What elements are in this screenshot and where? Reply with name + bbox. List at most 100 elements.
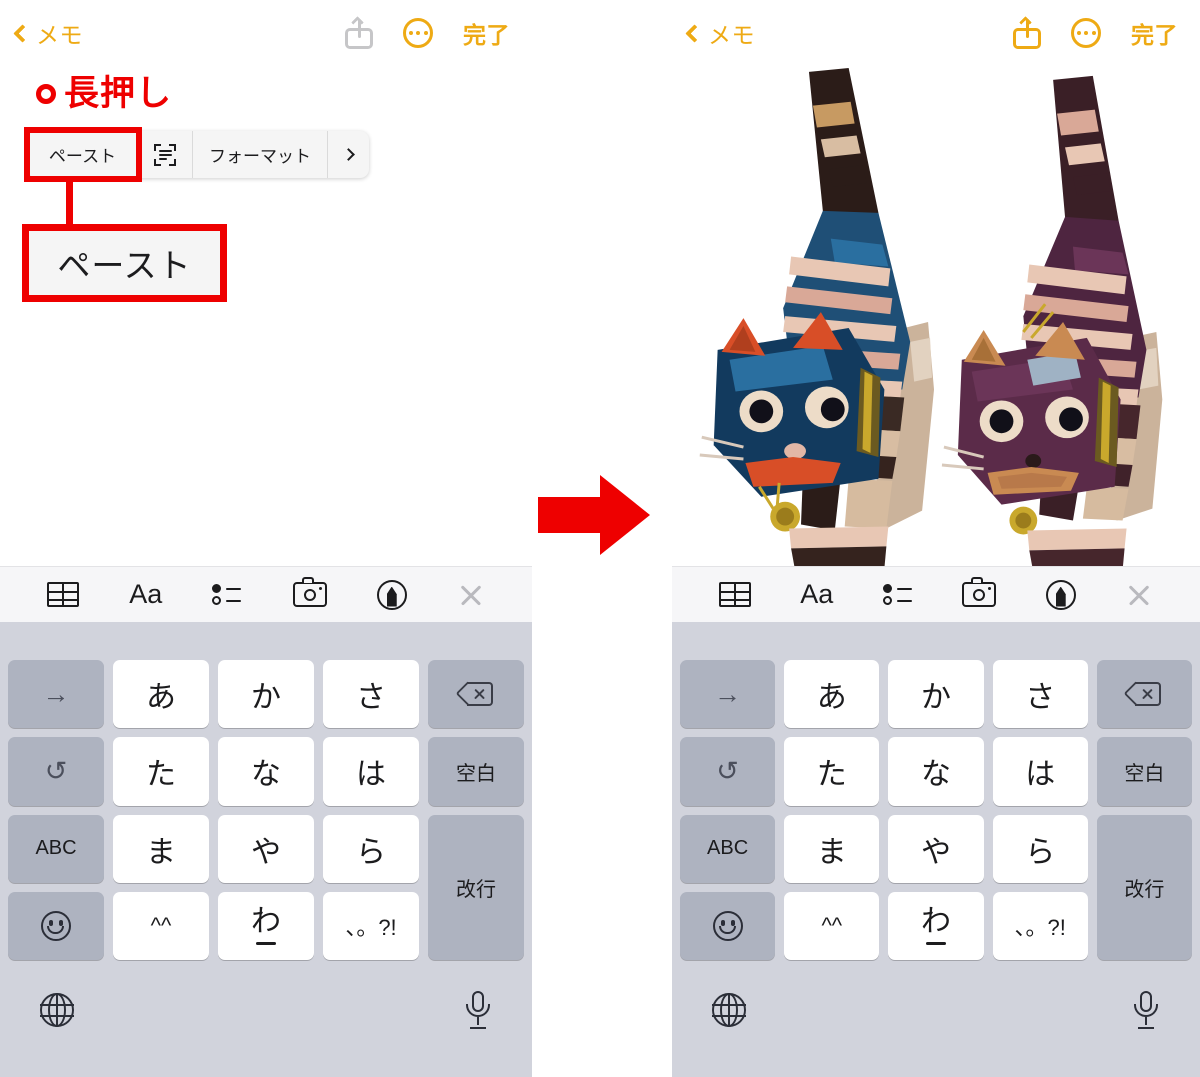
key-ka[interactable]: か (218, 660, 314, 729)
scan-line-3 (158, 157, 167, 160)
key-kaomoji[interactable]: ^^ (784, 891, 880, 960)
camera-lens (973, 588, 986, 601)
checklist-button[interactable] (882, 583, 913, 607)
share-icon[interactable] (345, 16, 373, 49)
checklist-button[interactable] (212, 583, 242, 607)
chevron-right-icon (342, 148, 355, 161)
key-space[interactable]: 空白 (428, 737, 524, 806)
key-ka[interactable]: か (888, 660, 984, 729)
nav-actions-left: 完了 (345, 16, 510, 50)
key-delete[interactable] (428, 660, 524, 729)
key-ha[interactable]: は (323, 737, 419, 806)
chevron-left-icon (685, 23, 704, 43)
close-keyboard-button[interactable] (1125, 581, 1153, 609)
microphone-icon[interactable] (1134, 991, 1158, 1029)
done-button-left[interactable]: 完了 (463, 16, 510, 50)
key-ta[interactable]: た (784, 737, 880, 806)
share-mask (349, 38, 369, 46)
line-1 (896, 587, 912, 590)
arrow-right-icon: → (714, 678, 742, 709)
done-button-right[interactable]: 完了 (1131, 16, 1178, 50)
key-ta[interactable]: た (113, 737, 209, 806)
key-ma[interactable]: ま (784, 814, 880, 883)
key-kaomoji[interactable]: ^^ (113, 891, 209, 960)
share-icon[interactable] (1013, 16, 1041, 49)
globe-icon[interactable] (711, 992, 746, 1027)
text-format-button[interactable]: Aa (800, 581, 833, 608)
dot-3 (1091, 31, 1096, 35)
key-wa-label: わ (251, 905, 281, 939)
back-button-left[interactable]: メモ (13, 16, 83, 50)
key-ma[interactable]: ま (113, 814, 209, 883)
key-undo[interactable]: ↺ (8, 737, 104, 806)
key-ra[interactable]: ら (323, 814, 419, 883)
mic-arc (1134, 1004, 1158, 1017)
mic-base (1138, 1026, 1154, 1029)
camera-button[interactable] (292, 577, 327, 607)
key-punctuation[interactable]: 、。?! (992, 891, 1088, 960)
key-wa[interactable]: わ (218, 891, 314, 960)
key-wa-underscore (256, 942, 276, 945)
scan-text-menu-item[interactable] (138, 131, 193, 178)
key-ra[interactable]: ら (992, 814, 1088, 883)
table-button[interactable] (47, 582, 80, 607)
key-abc[interactable]: ABC (680, 814, 776, 883)
back-button-right[interactable]: メモ (685, 16, 755, 50)
more-ellipsis-icon[interactable] (1071, 18, 1101, 48)
key-abc[interactable]: ABC (8, 814, 104, 883)
key-wa-label: わ (920, 905, 951, 939)
mouth (47, 925, 64, 934)
right-arrow-icon (538, 475, 650, 555)
key-a[interactable]: あ (784, 660, 880, 729)
pasted-photo[interactable] (672, 62, 1200, 594)
bullet-empty (882, 595, 892, 605)
key-next-candidate[interactable]: → (680, 660, 776, 729)
navigation-bar-left: メモ 完了 (0, 0, 532, 66)
markup-button[interactable] (1045, 579, 1076, 610)
key-sa[interactable]: さ (992, 660, 1088, 729)
key-next-candidate[interactable]: → (8, 660, 104, 729)
table-button[interactable] (718, 582, 751, 607)
corner-br (169, 158, 176, 166)
key-sa[interactable]: さ (323, 660, 419, 729)
key-punctuation[interactable]: 、。?! (323, 891, 419, 960)
dot-1 (408, 31, 413, 35)
camera-button[interactable] (962, 577, 997, 607)
camera-hump (971, 577, 984, 583)
globe-icon[interactable] (39, 992, 74, 1027)
delete-backward-icon (1123, 681, 1162, 707)
scan-text-icon (154, 143, 176, 166)
microphone-icon[interactable] (466, 991, 490, 1029)
key-ha[interactable]: は (992, 737, 1088, 806)
key-na[interactable]: な (218, 737, 314, 806)
more-ellipsis-icon[interactable] (403, 18, 433, 48)
key-ya[interactable]: や (888, 814, 984, 883)
markup-button[interactable] (376, 579, 407, 610)
undo-icon: ↺ (44, 755, 68, 786)
key-space[interactable]: 空白 (1096, 737, 1192, 806)
key-delete[interactable] (1096, 660, 1192, 729)
menu-next-button[interactable] (328, 131, 369, 178)
key-emoji[interactable] (680, 891, 776, 960)
key-wa[interactable]: わ (888, 891, 984, 960)
globe-ellipse (48, 992, 66, 1027)
bullet-filled (882, 583, 892, 593)
text-format-button[interactable]: Aa (129, 581, 162, 608)
table-divider (733, 584, 736, 605)
globe-ellipse (720, 992, 738, 1027)
key-na[interactable]: な (888, 737, 984, 806)
key-return[interactable]: 改行 (428, 814, 524, 960)
share-mask (1017, 38, 1037, 46)
eye-left (49, 919, 53, 926)
key-ya[interactable]: や (218, 814, 314, 883)
key-return[interactable]: 改行 (1096, 814, 1192, 960)
key-emoji[interactable] (8, 891, 104, 960)
close-keyboard-button[interactable] (457, 581, 485, 609)
keyboard-grid-left: → あ か さ ↺ た な は 空白 ABC ま や ら 改行 ^^ わ 、。?… (0, 660, 532, 960)
delete-backward-icon (455, 681, 493, 707)
key-a[interactable]: あ (113, 660, 209, 729)
format-menu-item[interactable]: フォーマット (193, 131, 328, 178)
text-format-icon: Aa (800, 579, 834, 609)
notes-accessory-toolbar-left: Aa (0, 566, 532, 622)
key-undo[interactable]: ↺ (680, 737, 776, 806)
